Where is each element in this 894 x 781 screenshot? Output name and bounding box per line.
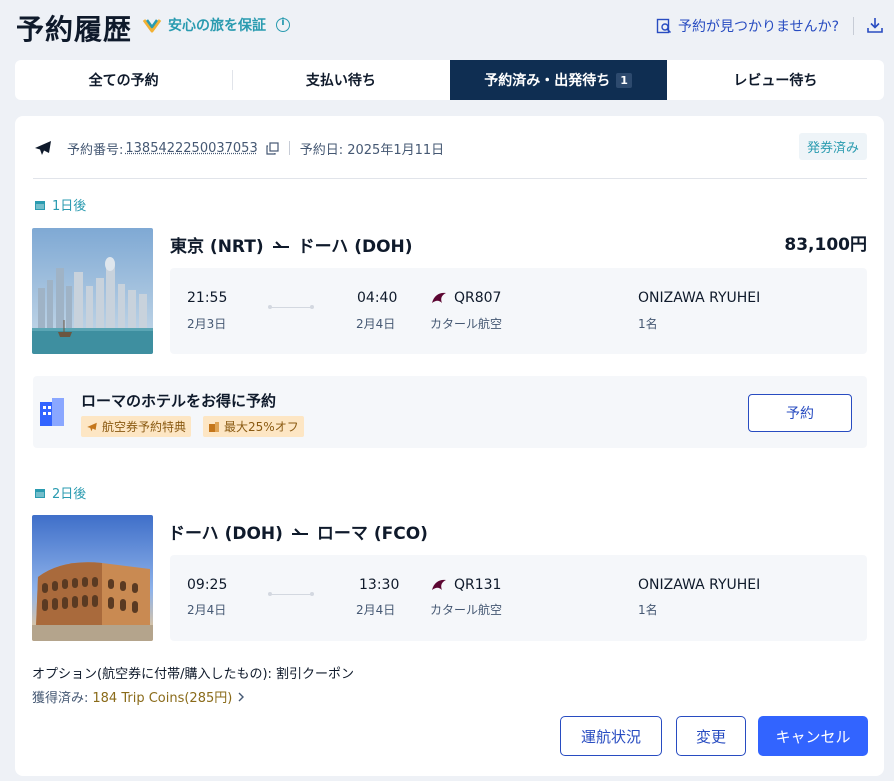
tab-booked-upcoming[interactable]: 予約済み・出発待ち 1	[449, 60, 667, 100]
search-document-icon	[656, 18, 672, 34]
segment-days-tag: 1日後	[34, 195, 86, 214]
route-destination: ローマ (FCO)	[316, 524, 428, 544]
passenger-count: 1名	[638, 317, 658, 331]
segment-days-tag: 2日後	[34, 483, 86, 502]
page-title: 予約履歴	[16, 13, 133, 46]
tab-label: レビュー待ち	[733, 73, 818, 89]
departure-date: 2月4日	[187, 603, 227, 617]
route-title: 東京 (NRT) ドーハ (DOH)	[170, 232, 413, 257]
arrival-time: 13:30	[359, 577, 400, 593]
passenger-count: 1名	[638, 603, 658, 617]
departure-date: 2月3日	[187, 317, 227, 331]
arrival-date: 2月4日	[356, 317, 396, 331]
tab-label: 予約済み・出発待ち	[484, 73, 611, 89]
hotel-icon	[209, 421, 220, 432]
airline-name: カタール航空	[430, 603, 503, 617]
route-origin: ドーハ (DOH)	[168, 524, 283, 544]
flight-segment-details: 09:25 2月4日 13:30 2月4日 QR131 カタール航空 ONIZA…	[170, 555, 867, 641]
days-tag-label: 2日後	[52, 487, 87, 502]
hotel-promo-banner: ローマのホテルをお得に予約 航空券予約特典 最大25%オフ 予約	[33, 376, 867, 448]
hotel-building-icon	[40, 398, 64, 426]
flight-number-label: QR131	[454, 577, 502, 593]
copy-icon[interactable]	[266, 141, 279, 155]
booking-tabs: 全ての予約 支払い待ち 予約済み・出発待ち 1 レビュー待ち	[15, 60, 884, 100]
duration-line	[268, 305, 314, 309]
route-destination: ドーハ (DOH)	[297, 237, 413, 257]
tab-awaiting-payment[interactable]: 支払い待ち	[232, 60, 449, 100]
departure-time: 09:25	[187, 577, 228, 593]
arrow-right-icon	[291, 527, 308, 535]
promo-title: ローマのホテルをお得に予約	[81, 392, 277, 410]
discount-label: 最大25%オフ	[224, 420, 299, 434]
booking-not-found-link[interactable]: 予約が見つかりませんか?	[656, 16, 855, 36]
flight-number: QR131	[430, 577, 501, 593]
airplane-icon	[35, 141, 51, 155]
airline-name: カタール航空	[430, 317, 503, 331]
days-tag-label: 1日後	[52, 199, 87, 214]
colosseum-image	[32, 515, 153, 641]
info-icon[interactable]	[276, 17, 290, 32]
tab-all[interactable]: 全ての予約	[15, 60, 232, 100]
passenger-name: ONIZAWA RYUHEI	[638, 577, 761, 593]
booking-card: 予約番号: 1385422250037053 予約日: 2025年1月11日 発…	[15, 116, 884, 776]
heart-shield-icon	[142, 19, 162, 33]
flight-number-label: QR807	[454, 290, 502, 306]
flight-status-button[interactable]: 運航状況	[560, 716, 662, 756]
order-date: 予約日: 2025年1月11日	[299, 142, 445, 158]
promo-badges: 航空券予約特典 最大25%オフ	[81, 416, 304, 437]
change-button[interactable]: 変更	[676, 716, 746, 756]
cancel-button[interactable]: キャンセル	[758, 716, 868, 756]
qatar-airways-logo-icon	[432, 579, 446, 590]
tab-label: 全ての予約	[88, 73, 159, 89]
coins-label: 獲得済み:	[32, 691, 89, 706]
flight-perk-label: 航空券予約特典	[102, 420, 187, 434]
book-hotel-button[interactable]: 予約	[748, 394, 852, 432]
download-icon[interactable]	[866, 16, 884, 34]
order-info-row: 予約番号: 1385422250037053 予約日: 2025年1月11日 発…	[33, 133, 867, 160]
duration-line	[268, 592, 314, 596]
header-divider	[853, 17, 855, 35]
chevron-right-icon	[238, 692, 245, 701]
order-number: 1385422250037053	[125, 140, 258, 156]
doha-skyline-image	[32, 228, 153, 354]
arrival-date: 2月4日	[356, 603, 396, 617]
arrival-time: 04:40	[357, 290, 398, 306]
booking-price: 83,100円	[784, 235, 867, 255]
trip-coins-link[interactable]: 獲得済み: 184 Trip Coins(285円)	[32, 687, 246, 706]
options-info: オプション(航空券に付帯/購入したもの): 割引クーポン	[32, 667, 355, 682]
order-row-divider	[288, 141, 290, 155]
page-header: 予約履歴 安心の旅を保証 予約が見つかりませんか?	[0, 0, 894, 56]
route-title: ドーハ (DOH) ローマ (FCO)	[168, 519, 428, 544]
arrow-right-icon	[272, 240, 289, 248]
tab-awaiting-review[interactable]: レビュー待ち	[667, 60, 884, 100]
calendar-icon	[35, 488, 45, 498]
departure-time: 21:55	[187, 290, 228, 306]
airplane-icon	[87, 422, 97, 431]
passenger-name: ONIZAWA RYUHEI	[638, 290, 761, 306]
route-origin: 東京 (NRT)	[170, 237, 264, 257]
assurance-link[interactable]: 安心の旅を保証	[142, 15, 290, 35]
flight-segment-details: 21:55 2月3日 04:40 2月4日 QR807 カタール航空 ONIZA…	[170, 268, 867, 354]
tab-label: 支払い待ち	[305, 73, 376, 89]
section-divider	[33, 178, 867, 179]
discount-badge: 最大25%オフ	[203, 416, 304, 437]
assurance-label: 安心の旅を保証	[168, 18, 266, 34]
qatar-airways-logo-icon	[432, 292, 446, 303]
flight-perk-badge: 航空券予約特典	[81, 416, 192, 437]
status-badge: 発券済み	[798, 133, 867, 160]
flight-number: QR807	[430, 290, 501, 306]
order-number-label: 予約番号:	[67, 142, 124, 158]
tab-count-badge: 1	[616, 72, 632, 88]
not-found-label: 予約が見つかりませんか?	[678, 19, 840, 35]
calendar-icon	[35, 200, 45, 210]
coins-value: 184 Trip Coins(285円)	[92, 691, 233, 706]
